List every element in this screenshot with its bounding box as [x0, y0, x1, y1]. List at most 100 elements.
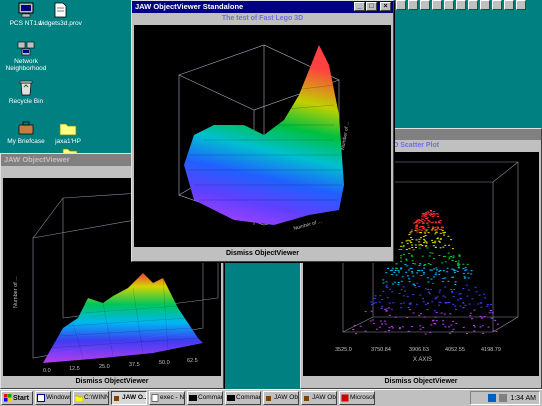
scatter-point [450, 239, 453, 241]
windows-logo-icon [4, 394, 12, 402]
close-button[interactable]: × [380, 2, 391, 11]
scatter-point [451, 260, 454, 261]
lego-plot-canvas[interactable]: Number of ... Number of ... [134, 25, 391, 247]
scatter-point [430, 211, 433, 213]
toolbar-icon[interactable] [396, 0, 406, 10]
dismiss-button[interactable]: Dismiss ObjectViewer [1, 376, 223, 388]
toolbar-icon[interactable] [492, 0, 502, 10]
start-button[interactable]: Start [1, 391, 33, 405]
scatter-point [471, 318, 473, 320]
scatter-point [470, 270, 473, 272]
desktop-icon-widgets[interactable]: widgets3d.prov [34, 2, 86, 27]
scatter-point [394, 316, 397, 318]
toolbar-icon[interactable] [456, 0, 466, 10]
main-window-titlebar[interactable]: JAW ObjectViewer Standalone _ □ × [132, 1, 393, 13]
scatter-point [355, 333, 358, 335]
scatter-point [439, 241, 441, 243]
scatter-point [466, 333, 468, 334]
scatter-point [425, 215, 428, 217]
scatter-point [444, 296, 447, 298]
desktop-icon-network[interactable]: Network Neighborhood [0, 40, 52, 72]
scatter-point [464, 277, 467, 279]
scatter-point [470, 273, 473, 275]
taskbar-button[interactable]: exec - No... [149, 391, 185, 405]
taskbar-button[interactable]: JAW Obj... [263, 391, 299, 405]
toolbar-icon[interactable] [468, 0, 478, 10]
scatter-point [402, 286, 405, 288]
scatter-point [413, 284, 416, 286]
scatter-point [443, 232, 445, 234]
scatter-point [480, 306, 483, 308]
scatter-point [452, 328, 455, 330]
toolbar-icon[interactable] [504, 0, 514, 10]
scatter-point [423, 216, 426, 218]
scatter-point [474, 286, 477, 288]
scatter-point [458, 255, 461, 257]
desktop-icon-folder[interactable]: jaxa1'HP [42, 120, 94, 145]
toolbar-icon[interactable] [408, 0, 418, 10]
taskbar-button[interactable]: Comman... [225, 391, 261, 405]
maximize-button[interactable]: □ [366, 2, 377, 11]
scatter-point [424, 264, 427, 265]
scatter-point [395, 274, 398, 276]
taskbar-button[interactable]: JAW Obj... [301, 391, 337, 405]
tray-icon[interactable] [499, 394, 508, 402]
toolbar-icon[interactable] [420, 0, 430, 10]
scatter-point [408, 248, 411, 250]
taskbar-button[interactable]: Windows... [35, 391, 71, 405]
scatter-point [401, 242, 404, 244]
scatter-point [434, 221, 437, 223]
clock[interactable]: 1:34 AM [510, 395, 536, 402]
taskbar-button[interactable]: Microsoft ... [339, 391, 375, 405]
scatter-point [462, 288, 465, 289]
lego-y-axis-label: Number of ... [340, 121, 351, 151]
toolbar-icon[interactable] [444, 0, 454, 10]
desktop-icon-recycle[interactable]: Recycle Bin [0, 80, 52, 105]
scatter-point [441, 281, 444, 283]
scatter-point [410, 237, 413, 239]
taskbar-button[interactable]: Comman... [187, 391, 223, 405]
taskbar-button[interactable]: JAW O... [111, 391, 147, 405]
scatter-point [401, 326, 404, 328]
scatter-point [434, 240, 437, 242]
scatter-point [473, 330, 476, 332]
scatter-point [406, 275, 409, 277]
toolbar-icon[interactable] [432, 0, 442, 10]
scatter-point [427, 263, 430, 265]
scatter-point [434, 222, 437, 224]
scatter-point [391, 269, 394, 271]
dismiss-button[interactable]: Dismiss ObjectViewer [301, 376, 541, 388]
scatter-point [353, 324, 356, 326]
scatter-point [391, 291, 394, 293]
x-tick-label: 0.0 [43, 368, 51, 374]
scatter-point [437, 213, 440, 215]
main-viewer-window[interactable]: JAW ObjectViewer Standalone _ □ × The te… [131, 0, 394, 262]
scatter-point [432, 283, 435, 284]
scatter-point [425, 242, 428, 244]
minimize-button[interactable]: _ [354, 2, 365, 11]
taskbar-button-label: JAW O... [122, 394, 147, 401]
scatter-point [395, 263, 398, 265]
scatter-point [381, 305, 384, 307]
scatter-point [402, 246, 405, 248]
scatter-point [429, 252, 432, 254]
scatter-point [382, 282, 385, 284]
scatter-point [450, 324, 453, 326]
scatter-point [425, 212, 427, 214]
scatter-point [473, 326, 476, 328]
scatter-point [420, 237, 422, 239]
scatter-point [416, 226, 418, 228]
scatter-point [422, 301, 425, 303]
toolbar-icon[interactable] [480, 0, 490, 10]
dismiss-button[interactable]: Dismiss ObjectViewer [132, 248, 393, 260]
scatter-point [418, 270, 421, 272]
scatter-point [370, 310, 373, 312]
scatter-point [473, 309, 476, 311]
taskbar-button[interactable]: C:\WINN... [73, 391, 109, 405]
scatter-point [446, 271, 449, 273]
toolbar-icon[interactable] [516, 0, 526, 10]
scatter-point [383, 320, 386, 322]
scatter-point [479, 315, 482, 317]
tray-icon[interactable] [488, 394, 497, 402]
scatter-point [426, 213, 429, 215]
